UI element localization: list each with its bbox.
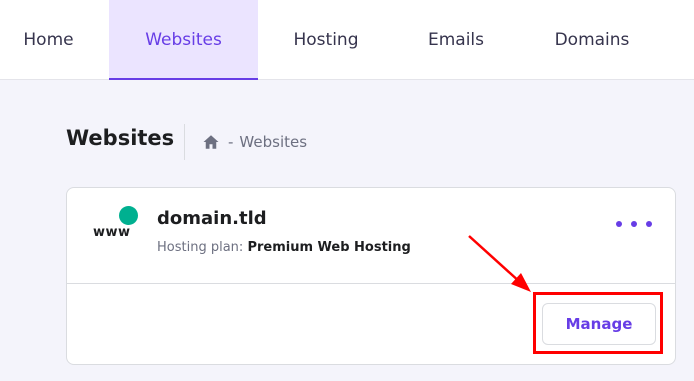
breadcrumb-separator: -	[228, 133, 234, 151]
page-title: Websites	[66, 126, 175, 150]
more-horizontal-icon[interactable]	[616, 214, 652, 234]
top-nav: Home Websites Hosting Emails Domains	[0, 0, 694, 80]
breadcrumb-current: Websites	[239, 133, 308, 151]
manage-button[interactable]: Manage	[542, 303, 656, 345]
www-icon: www	[91, 206, 141, 242]
status-dot	[119, 206, 138, 225]
website-card: www domain.tld Hosting plan: Premium Web…	[66, 187, 676, 365]
card-divider	[67, 283, 675, 284]
tab-domains[interactable]: Domains	[530, 0, 654, 79]
breadcrumb: - Websites	[202, 131, 307, 153]
tab-hosting[interactable]: Hosting	[268, 0, 384, 79]
domain-name: domain.tld	[157, 208, 267, 229]
tab-emails[interactable]: Emails	[400, 0, 512, 79]
hosting-plan-value: Premium Web Hosting	[247, 240, 411, 255]
hosting-plan-label: Hosting plan:	[157, 240, 244, 255]
tab-websites[interactable]: Websites	[109, 0, 258, 80]
www-icon-label: www	[93, 225, 131, 240]
tab-home[interactable]: Home	[0, 0, 97, 79]
hosting-plan: Hosting plan: Premium Web Hosting	[157, 240, 411, 255]
title-divider	[184, 124, 185, 160]
home-icon[interactable]	[202, 133, 220, 151]
